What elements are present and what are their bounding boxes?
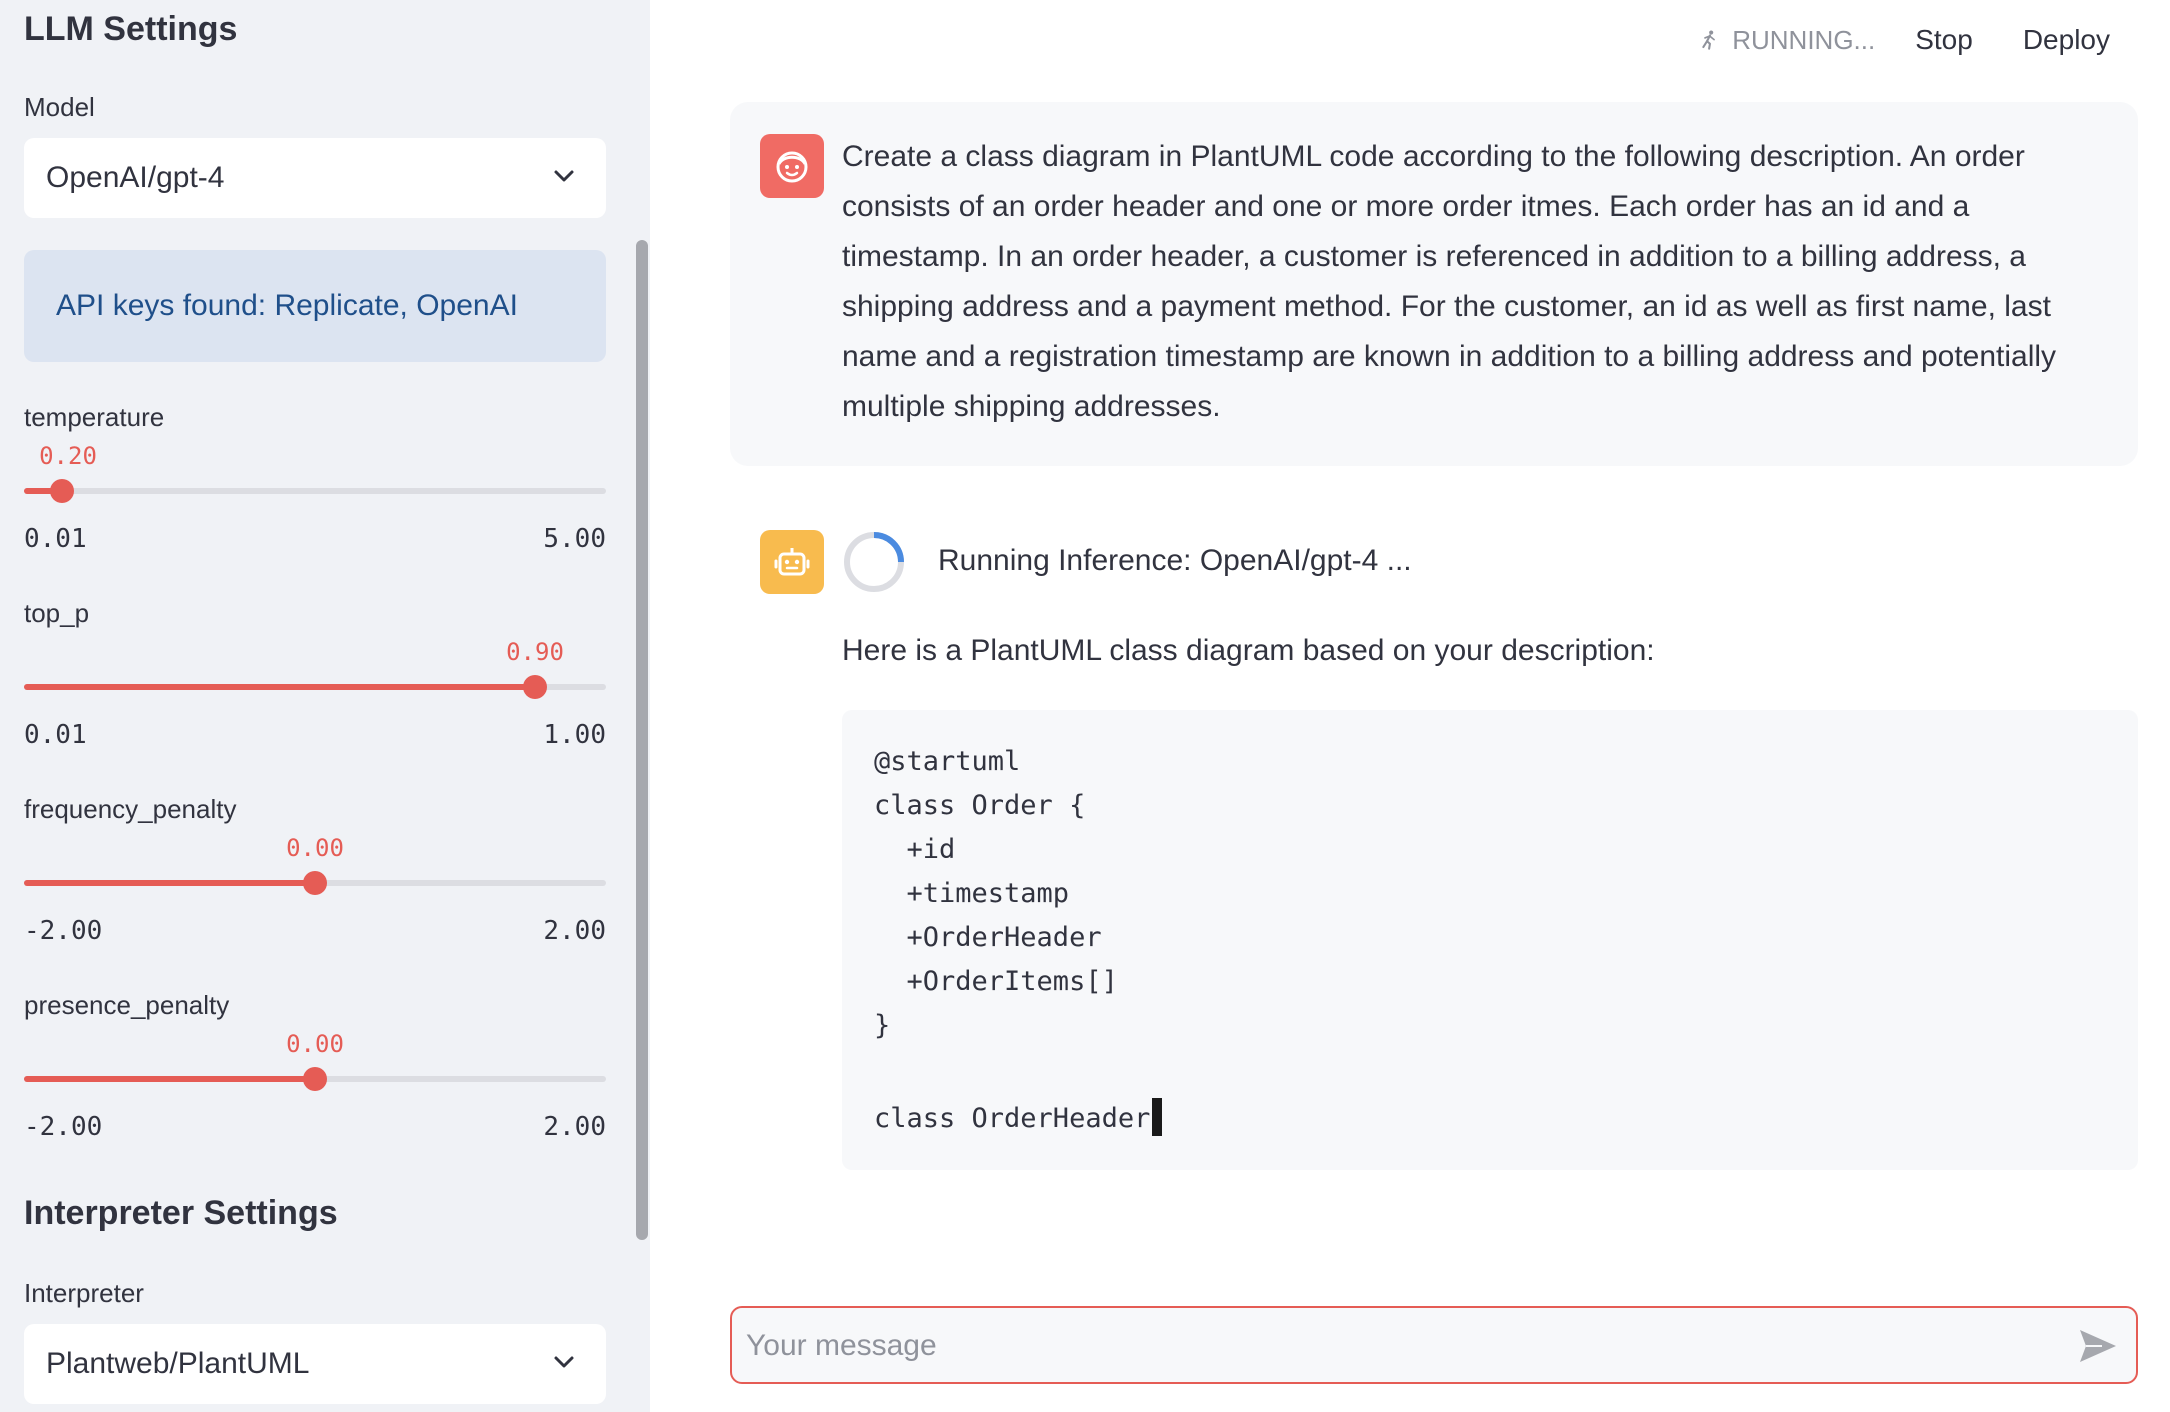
stop-button[interactable]: Stop [1915,24,1973,56]
presence-penalty-slider[interactable]: presence_penalty 0.00 -2.00 2.00 [24,990,606,1142]
interpreter-select-value: Plantweb/PlantUML [46,1347,310,1380]
chevron-down-icon [554,1356,574,1368]
slider-value: 0.00 [286,834,344,862]
slider-thumb[interactable] [523,675,547,699]
model-label: Model [24,92,95,122]
code-line: } [874,1010,891,1041]
llm-settings-title: LLM Settings [24,10,238,48]
code-line: class Order { [874,790,1086,821]
user-message: Create a class diagram in PlantUML code … [730,102,2138,466]
running-status: RUNNING... [1732,24,1876,55]
top-toolbar: RUNNING... Stop Deploy [1700,12,2160,68]
slider-value: 0.90 [506,638,564,666]
user-avatar [760,134,824,198]
user-message-text: Create a class diagram in PlantUML code … [842,140,2057,423]
interpreter-settings-title: Interpreter Settings [24,1194,338,1232]
temperature-slider[interactable]: temperature 0.20 0.01 5.00 [24,402,606,554]
slider-thumb[interactable] [50,479,74,503]
slider-max: 1.00 [543,720,606,750]
slider-max: 2.00 [543,916,606,946]
user-face-icon [776,151,808,183]
typing-cursor [1152,1098,1163,1136]
slider-min: 0.01 [24,720,87,750]
interpreter-select[interactable]: Plantweb/PlantUML [24,1324,606,1404]
robot-icon [774,548,810,576]
code-line: @startuml [874,746,1021,777]
message-input[interactable] [746,1318,2046,1374]
top-p-slider[interactable]: top_p 0.90 0.01 1.00 [24,598,606,750]
slider-max: 2.00 [543,1112,606,1142]
api-keys-info: API keys found: Replicate, OpenAI [24,250,606,362]
slider-track[interactable] [24,488,606,494]
response-intro: Here is a PlantUML class diagram based o… [842,634,1655,667]
chat-input-box[interactable] [730,1306,2138,1384]
model-select[interactable]: OpenAI/gpt-4 [24,138,606,218]
sidebar: LLM Settings Model OpenAI/gpt-4 API keys… [0,0,650,1412]
code-line: +timestamp [874,878,1070,909]
sidebar-scrollbar[interactable] [636,240,648,1240]
deploy-button[interactable]: Deploy [2023,24,2110,56]
slider-max: 5.00 [543,524,606,554]
inference-status: Running Inference: OpenAI/gpt-4 ... [938,544,1412,577]
slider-label: presence_penalty [24,990,230,1020]
slider-min: -2.00 [24,916,103,946]
slider-label: top_p [24,598,90,628]
code-line: +id [874,834,956,865]
slider-min: -2.00 [24,1112,103,1142]
api-keys-info-text: API keys found: Replicate, OpenAI [56,289,518,322]
code-line-text: class OrderHeader [874,1103,1151,1134]
model-select-value: OpenAI/gpt-4 [46,161,225,194]
interpreter-label: Interpreter [24,1278,144,1308]
spinner-icon [844,532,904,592]
slider-thumb[interactable] [303,871,327,895]
send-icon[interactable] [2078,1328,2118,1364]
slider-thumb[interactable] [303,1067,327,1091]
running-man-icon [1702,30,1715,50]
code-block: @startuml class Order { +id +timestamp +… [842,710,2138,1170]
assistant-avatar [760,530,824,594]
slider-min: 0.01 [24,524,87,554]
chevron-down-icon [554,170,574,182]
slider-value: 0.20 [39,442,97,470]
slider-fill [24,880,315,886]
slider-fill [24,1076,315,1082]
frequency-penalty-slider[interactable]: frequency_penalty 0.00 -2.00 2.00 [24,794,606,946]
code-line-last: class OrderHeader [874,1098,1163,1136]
code-line: +OrderHeader [874,922,1102,953]
code-line: +OrderItems[] [874,966,1118,997]
slider-fill [24,684,535,690]
slider-value: 0.00 [286,1030,344,1058]
slider-label: frequency_penalty [24,794,237,824]
slider-label: temperature [24,402,165,432]
